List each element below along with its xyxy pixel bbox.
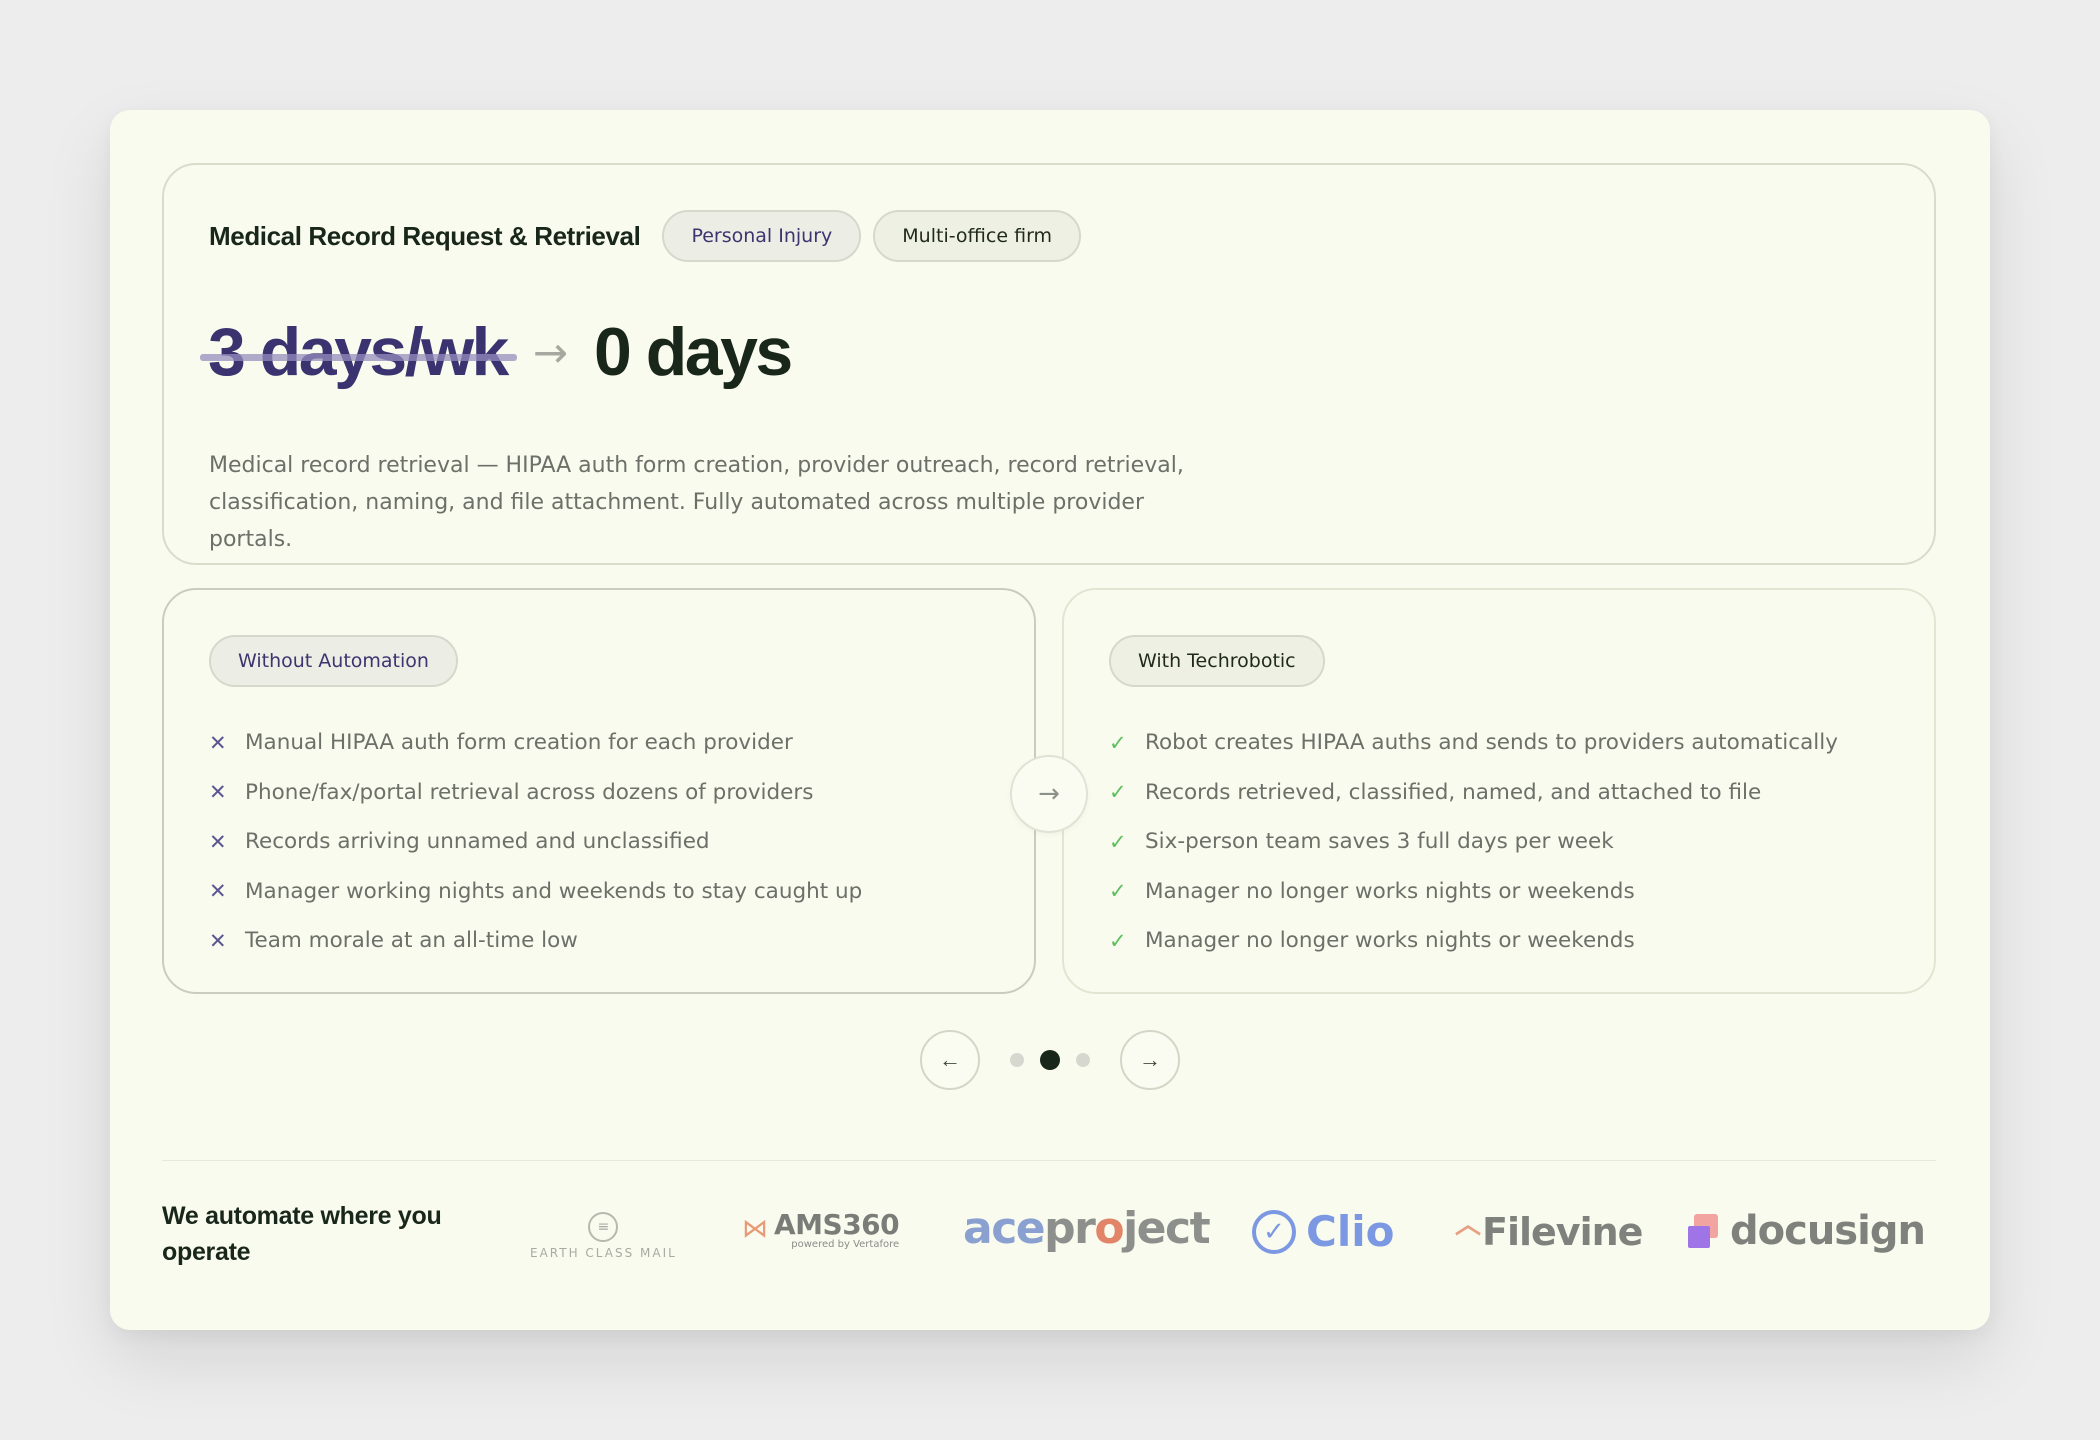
list-item-text: Team morale at an all-time low (245, 928, 578, 954)
pagination-dot-2[interactable] (1040, 1050, 1060, 1070)
check-circle-icon: ✓ (1252, 1209, 1296, 1254)
case-study-panel: Medical Record Request & Retrieval Perso… (110, 110, 1990, 1330)
integrations-headline: We automate where you operate (162, 1202, 442, 1266)
metric: 3 days/wk → 0 days (200, 313, 793, 391)
ams360-logo-text: AMS360 (774, 1208, 900, 1241)
list-item: ✓ Records retrieved, classified, named, a… (1109, 768, 1838, 818)
case-title: Medical Record Request & Retrieval (209, 220, 641, 251)
clio-logo: ✓ Clio (1252, 1207, 1394, 1256)
list-item-text: Phone/fax/portal retrieval across dozens… (245, 779, 814, 805)
without-automation-card: Without Automation ✕ Manual HIPAA auth fo… (162, 588, 1036, 994)
aceproject-logo-part: o (1094, 1203, 1124, 1254)
aceproject-logo-part: pr (1044, 1203, 1096, 1254)
list-item-text: Records arriving unnamed and unclassifie… (245, 829, 710, 855)
filevine-logo: ︿ Filevine (1455, 1210, 1643, 1255)
next-slide-button[interactable]: → (1120, 1030, 1180, 1090)
list-item-text: Manager working nights and weekends to s… (245, 878, 863, 904)
docusign-logo-text: docusign (1730, 1208, 1926, 1254)
carousel-pager: ← → (110, 1030, 1990, 1090)
pagination-dot-1[interactable] (1010, 1053, 1024, 1067)
with-techrobotic-card: With Techrobotic ✓ Robot creates HIPAA au… (1062, 588, 1936, 994)
list-item: ✕ Team morale at an all-time low (209, 916, 862, 966)
with-techrobotic-list: ✓ Robot creates HIPAA auths and sends to … (1109, 718, 1838, 966)
envelope-icon: ≡ (588, 1212, 619, 1242)
chevron-up-icon: ︿ (1455, 1209, 1481, 1240)
aceproject-logo-part: ace (963, 1203, 1046, 1254)
without-automation-label: Without Automation (209, 635, 458, 687)
list-item-text: Manager no longer works nights or weeken… (1145, 928, 1635, 954)
aceproject-logo-part: ject (1123, 1203, 1211, 1254)
metric-after: 0 days (594, 314, 793, 390)
ams360-wordmark: AMS360 powered by Vertafore (774, 1208, 900, 1250)
filevine-logo-text: Filevine (1482, 1210, 1643, 1254)
x-icon: ✕ (209, 928, 227, 953)
x-icon: ✕ (209, 829, 227, 854)
comparison-arrow-icon: → (1010, 755, 1088, 833)
list-item-text: Manager no longer works nights or weeken… (1145, 878, 1635, 904)
without-automation-list: ✕ Manual HIPAA auth form creation for eac… (209, 718, 862, 966)
list-item-text: Robot creates HIPAA auths and sends to p… (1145, 730, 1838, 756)
docusign-mark-square (1688, 1226, 1710, 1248)
docusign-logo: docusign (1688, 1208, 1926, 1254)
list-item: ✓ Robot creates HIPAA auths and sends to … (1109, 718, 1838, 768)
earth-class-mail-logo-text: EARTH CLASS MAIL (530, 1246, 677, 1260)
list-item: ✓ Six-person team saves 3 full days per w… (1109, 817, 1838, 867)
list-item: ✓ Manager no longer works nights or weeke… (1109, 867, 1838, 917)
divider (162, 1160, 1936, 1161)
check-icon: ✓ (1109, 780, 1127, 805)
list-item: ✓ Manager no longer works nights or weeke… (1109, 916, 1838, 966)
hero-card: Medical Record Request & Retrieval Perso… (162, 163, 1936, 565)
hero-header: Medical Record Request & Retrieval Perso… (209, 210, 1093, 262)
ams360-logo: ⋈ AMS360 powered by Vertafore (742, 1208, 900, 1250)
x-icon: ✕ (209, 879, 227, 904)
case-description: Medical record retrieval — HIPAA auth fo… (209, 453, 1184, 552)
pagination-dots (1002, 1050, 1098, 1070)
check-icon: ✓ (1109, 928, 1127, 953)
list-item: ✕ Records arriving unnamed and unclassifi… (209, 817, 862, 867)
prev-slide-button[interactable]: ← (920, 1030, 980, 1090)
x-icon: ✕ (209, 780, 227, 805)
ams360-mark-icon: ⋈ (742, 1214, 768, 1244)
tag-multi-office-firm: Multi-office firm (873, 210, 1082, 262)
docusign-mark-icon (1688, 1214, 1718, 1248)
check-icon: ✓ (1109, 879, 1127, 904)
x-icon: ✕ (209, 730, 227, 755)
tag-personal-injury: Personal Injury (662, 210, 862, 262)
list-item-text: Six-person team saves 3 full days per we… (1145, 829, 1614, 855)
list-item: ✕ Phone/fax/portal retrieval across dozen… (209, 768, 862, 818)
list-item: ✕ Manager working nights and weekends to … (209, 867, 862, 917)
list-item-text: Manual HIPAA auth form creation for each… (245, 730, 793, 756)
metric-before: 3 days/wk (200, 313, 517, 391)
clio-logo-text: Clio (1306, 1207, 1395, 1256)
pagination-dot-3[interactable] (1076, 1053, 1090, 1067)
list-item-text: Records retrieved, classified, named, an… (1145, 779, 1762, 805)
aceproject-logo: ace pr o ject (963, 1203, 1211, 1254)
metric-arrow-icon: → (532, 327, 569, 377)
with-techrobotic-label: With Techrobotic (1109, 635, 1325, 687)
check-icon: ✓ (1109, 730, 1127, 755)
check-icon: ✓ (1109, 829, 1127, 854)
list-item: ✕ Manual HIPAA auth form creation for eac… (209, 718, 862, 768)
ams360-logo-subtext: powered by Vertafore (791, 1239, 900, 1250)
earth-class-mail-logo: ≡ EARTH CLASS MAIL (530, 1212, 677, 1260)
